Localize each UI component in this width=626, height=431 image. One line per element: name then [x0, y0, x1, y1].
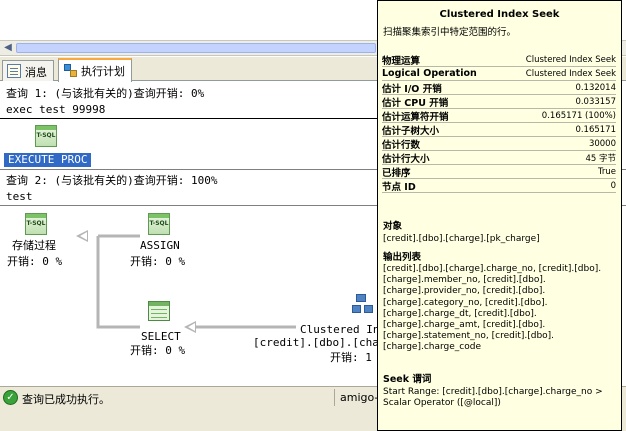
- status-message: 查询已成功执行。: [22, 393, 110, 406]
- assign-node-icon[interactable]: T-SQL: [148, 213, 170, 235]
- seek-node-cost: 开销: 1: [330, 351, 372, 364]
- tooltip-row-key: 估计行数: [382, 139, 421, 151]
- select-node-icon[interactable]: [148, 301, 170, 321]
- scrollbar-thumb[interactable]: [16, 43, 376, 53]
- stored-proc-node-icon-label: T-SQL: [26, 220, 46, 227]
- tooltip-row: 估计行数 30000: [382, 137, 616, 151]
- tooltip-row-key: 估计 CPU 开销: [382, 97, 449, 109]
- tooltip-row-value: 0: [610, 180, 616, 191]
- seek-node-title: Clustered In: [300, 323, 380, 336]
- seek-node-object: [credit].[dbo].[cha: [253, 336, 379, 349]
- assign-node-title: ASSIGN: [140, 239, 180, 252]
- tooltip-row: 估计行大小 45 字节: [382, 151, 616, 165]
- stored-proc-node-icon[interactable]: T-SQL: [25, 213, 47, 235]
- tooltip-row-key: 估计运算符开销: [382, 111, 449, 123]
- messages-icon: [7, 64, 21, 78]
- tooltip-row-key: 估计 I/O 开销: [382, 83, 442, 95]
- tooltip-row-key: 已排序: [382, 167, 411, 179]
- tooltip-row-value: 0.165171 (100%): [541, 110, 616, 121]
- tab-messages-label: 消息: [25, 66, 47, 79]
- stored-proc-node-title: 存储过程: [12, 239, 56, 252]
- tooltip-row-key: 物理运算: [382, 55, 421, 67]
- execute-proc-node-icon-label: T-SQL: [36, 132, 56, 139]
- query2-statement: test: [6, 190, 33, 203]
- tooltip-title: Clustered Index Seek: [439, 9, 560, 20]
- scroll-left-icon[interactable]: ◀: [2, 42, 14, 54]
- sql-execution-plan-window: ◀ 消息 执行计划 查询 1: (与该批有关的)查询开销: 0% exec te…: [0, 0, 626, 431]
- assign-node-icon-label: T-SQL: [149, 220, 169, 227]
- tooltip-row: Logical Operation Clustered Index Seek: [382, 67, 616, 81]
- tooltip-row: 估计运算符开销 0.165171 (100%): [382, 109, 616, 123]
- tooltip-row-value: True: [597, 166, 616, 177]
- tooltip-row-value: 0.132014: [575, 82, 616, 93]
- tooltip-row: 估计 CPU 开销 0.033157: [382, 95, 616, 109]
- tooltip-row-key: 估计子树大小: [382, 125, 440, 137]
- execute-proc-node-icon[interactable]: T-SQL: [35, 125, 57, 147]
- assign-node-cost: 开销: 0 %: [130, 255, 186, 268]
- tooltip-row: 估计 I/O 开销 0.132014: [382, 81, 616, 95]
- status-server: amigo-v: [334, 389, 378, 406]
- tooltip-row: 节点 ID 0: [382, 179, 616, 193]
- tooltip-row-value: 45 字节: [585, 153, 616, 164]
- execution-plan-icon: [63, 63, 77, 77]
- select-node-cost: 开销: 0 %: [130, 344, 186, 357]
- tooltip-row: 物理运算 Clustered Index Seek: [382, 53, 616, 67]
- success-check-icon: ✓: [3, 390, 18, 405]
- tooltip-object-header: 对象: [383, 221, 403, 232]
- tooltip-seek-header: Seek 谓词: [383, 374, 432, 385]
- tooltip-row: 已排序 True: [382, 165, 616, 179]
- tooltip-object-value: [credit].[dbo].[charge].[pk_charge]: [383, 234, 540, 244]
- tooltip-row-key: 估计行大小: [382, 153, 430, 165]
- operator-tooltip: Clustered Index Seek 扫描聚集索引中特定范围的行。 物理运算…: [377, 0, 622, 431]
- tooltip-row-value: 0.033157: [575, 96, 616, 107]
- stored-proc-node-cost: 开销: 0 %: [7, 255, 63, 268]
- query1-statement: exec test 99998: [6, 103, 106, 116]
- tooltip-row-value: 30000: [588, 138, 616, 149]
- tooltip-row-value: Clustered Index Seek: [525, 68, 616, 79]
- tooltip-output-header: 输出列表: [383, 252, 422, 263]
- tab-execution-plan[interactable]: 执行计划: [58, 58, 132, 82]
- execute-proc-node-label[interactable]: EXECUTE PROC: [4, 153, 92, 167]
- query2-header: 查询 2: (与该批有关的)查询开销: 100%: [6, 174, 218, 187]
- tooltip-description: 扫描聚集索引中特定范围的行。: [383, 27, 517, 38]
- tooltip-row-value: Clustered Index Seek: [525, 54, 616, 65]
- tooltip-row-key: Logical Operation: [382, 68, 477, 79]
- tooltip-row-value: 0.165171: [575, 124, 616, 135]
- query1-header: 查询 1: (与该批有关的)查询开销: 0%: [6, 87, 205, 100]
- tab-messages[interactable]: 消息: [2, 60, 54, 81]
- tooltip-property-table: 物理运算 Clustered Index Seek Logical Operati…: [382, 53, 616, 193]
- tooltip-row: 估计子树大小 0.165171: [382, 123, 616, 137]
- tooltip-row-key: 节点 ID: [382, 181, 416, 193]
- tab-execution-plan-label: 执行计划: [81, 65, 125, 78]
- query1-divider: [0, 118, 380, 119]
- tooltip-output-value: [credit].[dbo].[charge].charge_no, [cred…: [383, 264, 602, 353]
- clustered-index-seek-node-icon[interactable]: [352, 294, 376, 316]
- tooltip-seek-value: Start Range: [credit].[dbo].[charge].cha…: [383, 387, 603, 409]
